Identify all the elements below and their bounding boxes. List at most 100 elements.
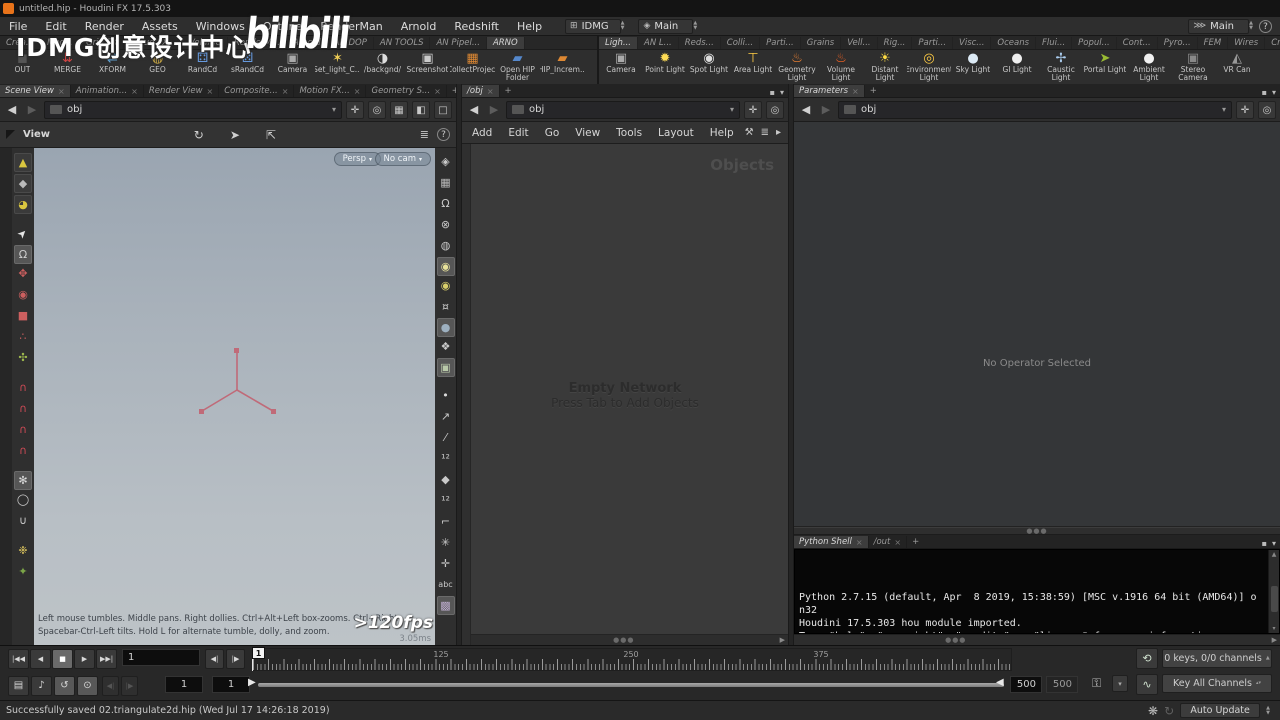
main-desktop-stepper[interactable]: ▲ ▼ bbox=[693, 21, 697, 31]
pane-maximize-icon[interactable]: ▪ bbox=[770, 88, 775, 97]
desktop-stepper[interactable]: ▲ ▼ bbox=[621, 21, 625, 31]
follow-playbar-button[interactable]: ▤ bbox=[8, 676, 29, 696]
desktop-selector[interactable]: ⊞ IDMG bbox=[565, 18, 621, 34]
right-desktop-stepper[interactable]: ▲ ▼ bbox=[1249, 21, 1253, 31]
shelf-tab[interactable]: Vell... bbox=[841, 37, 878, 49]
viewport-tool-icon[interactable]: ✣ bbox=[14, 348, 32, 369]
shelf-tab[interactable]: Colli... bbox=[721, 37, 761, 49]
shelf-tool[interactable]: ▰ Open HIP Folder bbox=[495, 51, 540, 84]
stop-button[interactable]: ■ bbox=[52, 649, 73, 669]
pane-menu-icon[interactable]: ▾ bbox=[1272, 539, 1276, 548]
radial-menu-icon[interactable]: ◎ bbox=[1258, 100, 1276, 119]
shelf-tool[interactable]: ◉ Spot Light bbox=[687, 51, 731, 84]
range-slider-track[interactable] bbox=[258, 683, 1004, 687]
shelf-tool[interactable]: ▣ Camera bbox=[599, 51, 643, 84]
shelf-tab[interactable]: Oceans bbox=[991, 37, 1037, 49]
display-option-icon[interactable]: • bbox=[437, 386, 455, 407]
viewport-help-icon[interactable]: ? bbox=[437, 128, 450, 141]
realtime-toggle-button[interactable]: ↺ bbox=[54, 676, 75, 696]
shelf-tool[interactable]: ♨ Volume Light bbox=[819, 51, 863, 84]
shelf-tool[interactable]: ⊤ Area Light bbox=[731, 51, 775, 84]
play-reverse-button[interactable]: ◀ bbox=[30, 649, 51, 669]
display-option-icon[interactable]: ◉ bbox=[437, 276, 455, 297]
forward-button[interactable]: ▶ bbox=[818, 103, 834, 116]
pane-menu-icon[interactable]: ▾ bbox=[780, 88, 784, 97]
display-option-icon[interactable]: ✛ bbox=[437, 554, 455, 575]
tab-close-icon[interactable]: × bbox=[207, 87, 214, 96]
display-panel-icon[interactable]: □ bbox=[434, 100, 452, 119]
viewport-tool-icon[interactable]: ✻ bbox=[14, 471, 32, 490]
viewport-tool-icon[interactable]: ◆ bbox=[14, 174, 32, 193]
display-option-icon[interactable]: ❖ bbox=[437, 337, 455, 358]
range-slider-left-handle[interactable]: ▶ bbox=[248, 677, 256, 688]
shelf-tool[interactable]: ◑ /backgnd/ bbox=[360, 51, 405, 84]
pane-tab[interactable]: Python Shell × bbox=[794, 536, 869, 548]
key-icon[interactable]: ⚿ bbox=[1092, 676, 1101, 691]
shelf-tool[interactable]: ◎ Environment Light bbox=[907, 51, 951, 84]
pane-tab[interactable]: Scene View × bbox=[0, 85, 71, 97]
display-option-icon[interactable]: ▦ bbox=[437, 173, 455, 194]
shelf-tab[interactable]: Flui... bbox=[1036, 37, 1073, 49]
view-tool-icon[interactable]: ⇱ bbox=[266, 128, 276, 142]
key-options-dropdown[interactable]: ▾ bbox=[1112, 675, 1128, 692]
back-button[interactable]: ◀ bbox=[798, 103, 814, 116]
shelf-tab[interactable]: FEM bbox=[1198, 37, 1229, 49]
new-tab-button[interactable]: + bbox=[500, 85, 517, 97]
pane-tab[interactable]: Parameters × bbox=[794, 85, 865, 97]
parameters-path-dropdown[interactable]: obj ▾ bbox=[838, 100, 1232, 119]
scroll-right-arrow[interactable]: ▶ bbox=[777, 636, 788, 644]
update-mode-button[interactable]: Auto Update bbox=[1180, 703, 1261, 718]
range-start-field-b[interactable]: 1 bbox=[212, 676, 250, 693]
menu-item[interactable]: Arnold bbox=[392, 20, 446, 33]
tab-close-icon[interactable]: × bbox=[131, 87, 138, 96]
shelf-tab[interactable]: Popul... bbox=[1072, 37, 1117, 49]
shelf-tab[interactable]: Reds... bbox=[679, 37, 721, 49]
tab-close-icon[interactable]: × bbox=[487, 87, 494, 96]
horizontal-splitter[interactable]: ●●● bbox=[794, 527, 1280, 535]
display-option-icon[interactable]: ◆ bbox=[437, 470, 455, 491]
tab-close-icon[interactable]: × bbox=[58, 87, 65, 96]
keys-summary-button[interactable]: 0 keys, 0/0 channels ▲ bbox=[1162, 649, 1272, 668]
scroll-down-arrow[interactable]: ▾ bbox=[1272, 625, 1275, 632]
shelf-tool[interactable]: ▣ Stereo Camera bbox=[1171, 51, 1215, 84]
network-horizontal-scrollbar[interactable]: ●●● ▶ bbox=[471, 634, 788, 645]
new-tab-button[interactable]: + bbox=[907, 536, 924, 548]
pane-tab[interactable]: /obj × bbox=[462, 85, 500, 97]
range-end-field-b[interactable]: 500 bbox=[1046, 676, 1078, 693]
shelf-tool[interactable]: ● Ambient Light bbox=[1127, 51, 1171, 84]
scrollbar-thumb[interactable] bbox=[1270, 585, 1278, 612]
pane-tab[interactable]: Geometry S... × bbox=[366, 85, 447, 97]
viewport-tool-icon[interactable]: ■ bbox=[14, 306, 32, 327]
timeline-ruler[interactable]: 125 250 375 bbox=[252, 648, 1012, 671]
viewport-tool-icon[interactable]: ✦ bbox=[14, 562, 32, 583]
range-start-field[interactable]: 1 bbox=[165, 676, 203, 693]
shelf-tool[interactable]: ▣ Screenshot bbox=[405, 51, 450, 84]
pin-icon[interactable]: ✛ bbox=[744, 100, 762, 119]
shelf-tool[interactable]: ✹ Point Light bbox=[643, 51, 687, 84]
right-desktop-selector[interactable]: ⋙ Main bbox=[1188, 18, 1250, 34]
menu-item[interactable]: Help bbox=[508, 20, 551, 33]
main-desktop-selector[interactable]: ◈ Main bbox=[638, 18, 694, 34]
tab-close-icon[interactable]: × bbox=[282, 87, 289, 96]
scrollbar-grip[interactable]: ●●● bbox=[945, 636, 966, 644]
shelf-tab[interactable]: Parti... bbox=[912, 37, 954, 49]
display-options-icon[interactable]: ≣ bbox=[420, 128, 429, 141]
shelf-tab[interactable]: Crowds bbox=[1265, 37, 1280, 49]
radial-menu-icon[interactable]: ◎ bbox=[766, 100, 784, 119]
tab-close-icon[interactable]: × bbox=[852, 87, 859, 96]
scoped-channels-icon[interactable]: ⟲ bbox=[1136, 648, 1158, 669]
pane-tab[interactable]: Animation... × bbox=[71, 85, 144, 97]
shelf-tab[interactable]: Pyro... bbox=[1158, 37, 1198, 49]
forward-button[interactable]: ▶ bbox=[486, 103, 502, 116]
shelf-tab[interactable]: Parti... bbox=[760, 37, 801, 49]
key-all-channels-button[interactable]: Key All Channels ▴▾ bbox=[1162, 674, 1272, 693]
shelf-tool[interactable]: ◭ VR Can bbox=[1215, 51, 1259, 84]
network-menu-item[interactable]: Help bbox=[702, 127, 742, 139]
viewport-tool-icon[interactable]: ∩ bbox=[14, 420, 32, 441]
shelf-tool[interactable]: ▦ CollectProject bbox=[450, 51, 495, 84]
pane-maximize-icon[interactable]: ▪ bbox=[1262, 539, 1267, 548]
network-menu-item[interactable]: Layout bbox=[650, 127, 702, 139]
shelf-tab[interactable]: Wires bbox=[1228, 37, 1266, 49]
snapshot-cube-icon[interactable]: ▦ bbox=[390, 100, 408, 119]
viewport-tool-icon[interactable]: ∩ bbox=[14, 399, 32, 420]
